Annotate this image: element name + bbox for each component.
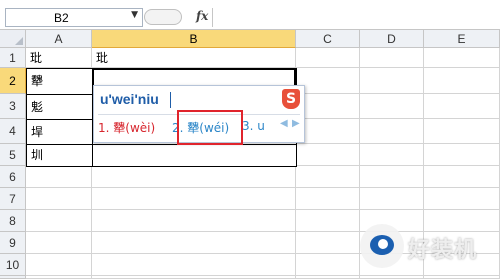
empty-cell[interactable] <box>360 188 424 210</box>
cell-a2[interactable]: 犩 <box>26 68 93 95</box>
row-header-7[interactable]: 7 <box>0 188 26 210</box>
ime-pinyin-input: u'wei'niu <box>100 91 159 107</box>
cell-a3[interactable]: 鬽 <box>26 94 93 120</box>
empty-cell[interactable] <box>296 166 360 188</box>
empty-cell[interactable] <box>424 119 500 144</box>
row-header-6[interactable]: 6 <box>0 166 26 188</box>
empty-cell[interactable] <box>296 48 360 68</box>
empty-cell[interactable] <box>92 232 296 254</box>
empty-cell[interactable] <box>360 48 424 68</box>
empty-cell[interactable] <box>424 166 500 188</box>
row-header-5[interactable]: 5 <box>0 144 26 166</box>
row-header-2[interactable]: 2 <box>0 68 26 94</box>
empty-cell[interactable] <box>92 254 296 276</box>
candidate-char: u <box>257 119 265 133</box>
empty-cell[interactable] <box>26 232 92 254</box>
ime-candidate-1[interactable]: 1. 犩(wèi) <box>98 119 155 136</box>
name-box-value: B2 <box>54 11 69 25</box>
empty-cell[interactable] <box>360 166 424 188</box>
row-header-8[interactable]: 8 <box>0 210 26 232</box>
cell-a5[interactable]: 圳 <box>26 144 93 167</box>
formula-bar-expand-handle[interactable] <box>144 9 182 25</box>
empty-cell[interactable] <box>92 188 296 210</box>
empty-cell[interactable] <box>424 144 500 166</box>
formula-input[interactable] <box>214 8 500 27</box>
column-header-a[interactable]: A <box>26 30 92 48</box>
chevron-down-icon[interactable]: ▼ <box>131 10 138 20</box>
empty-cell[interactable] <box>26 166 92 188</box>
empty-cell[interactable] <box>424 188 500 210</box>
cell-a4[interactable]: 垾 <box>26 119 93 145</box>
empty-cell[interactable] <box>296 188 360 210</box>
row-header-10[interactable]: 10 <box>0 254 26 276</box>
chevron-left-icon[interactable]: ◀ <box>280 118 288 129</box>
empty-cell[interactable] <box>360 144 424 166</box>
empty-cell[interactable] <box>296 119 360 144</box>
empty-cell[interactable] <box>26 210 92 232</box>
empty-cell[interactable] <box>424 68 500 94</box>
candidate-number: 3. <box>242 119 254 133</box>
select-all-button[interactable] <box>0 30 26 48</box>
cell-a1[interactable]: 玭 <box>26 48 92 68</box>
chevron-right-icon[interactable]: ▶ <box>292 118 300 129</box>
row-header-3[interactable]: 3 <box>0 94 26 119</box>
empty-cell[interactable] <box>296 94 360 119</box>
watermark-pupil-icon <box>378 239 388 249</box>
annotation-highlight-box <box>177 110 243 145</box>
empty-cell[interactable] <box>424 94 500 119</box>
watermark: 好装机 <box>358 222 498 272</box>
empty-cell[interactable] <box>296 254 360 276</box>
column-header-c[interactable]: C <box>296 30 360 48</box>
divider <box>212 8 213 27</box>
insert-function-icon[interactable]: fx <box>196 9 208 23</box>
empty-cell[interactable] <box>424 48 500 68</box>
column-header-b[interactable]: B <box>92 30 296 48</box>
row-header-4[interactable]: 4 <box>0 119 26 144</box>
row-header-9[interactable]: 9 <box>0 232 26 254</box>
empty-cell[interactable] <box>360 94 424 119</box>
empty-cell[interactable] <box>296 68 360 94</box>
select-all-triangle-icon <box>15 37 23 45</box>
name-box[interactable]: B2 ▼ <box>5 8 143 27</box>
empty-cell[interactable] <box>296 210 360 232</box>
column-header-d[interactable]: D <box>360 30 424 48</box>
candidate-char: 犩 <box>113 121 126 135</box>
empty-cell[interactable] <box>360 68 424 94</box>
text-caret <box>170 92 171 108</box>
empty-cell[interactable] <box>92 210 296 232</box>
candidate-reading: (wèi) <box>125 121 156 135</box>
empty-cell[interactable] <box>296 232 360 254</box>
empty-cell[interactable] <box>26 254 92 276</box>
row-header-1[interactable]: 1 <box>0 48 26 68</box>
cell-b1[interactable]: 玭 <box>92 48 296 68</box>
sogou-logo-icon[interactable]: S <box>282 89 300 109</box>
empty-cell[interactable] <box>92 166 296 188</box>
ime-candidate-3[interactable]: 3. u <box>242 119 265 133</box>
empty-cell[interactable] <box>26 188 92 210</box>
empty-cell[interactable] <box>296 144 360 166</box>
column-header-e[interactable]: E <box>424 30 500 48</box>
watermark-text: 好装机 <box>408 238 478 263</box>
empty-cell[interactable] <box>360 119 424 144</box>
cell-b5[interactable] <box>92 144 297 167</box>
candidate-number: 1. <box>98 121 110 135</box>
formula-bar: B2 ▼ fx <box>0 0 500 30</box>
